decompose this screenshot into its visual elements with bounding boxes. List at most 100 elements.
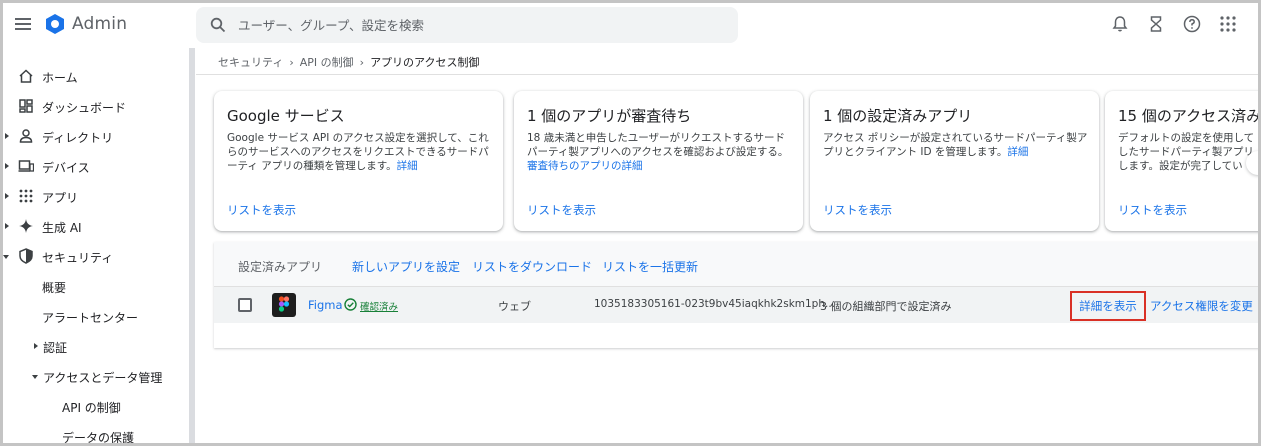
caret-right-icon xyxy=(5,163,9,169)
org-units-status: 3 個の組織部門で設定済み xyxy=(820,300,952,313)
card-learn-more-link[interactable]: 詳細 xyxy=(1007,146,1028,158)
card-title: 1 個の設定済みアプリ xyxy=(823,107,973,125)
breadcrumb-current: アプリのアクセス制御 xyxy=(370,56,480,69)
verified-badge[interactable]: 確認済み xyxy=(360,299,398,313)
panel-title: 設定済みアプリ xyxy=(238,260,323,274)
sidebar-item-access-data-management[interactable]: アクセスとデータ管理 xyxy=(0,365,186,387)
shield-icon xyxy=(19,248,33,264)
sidebar-item-home[interactable]: ホーム xyxy=(0,65,186,87)
app-title[interactable]: Admin xyxy=(72,14,127,34)
bulk-update-list-button[interactable]: リストを一括更新 xyxy=(602,258,698,275)
home-icon xyxy=(19,69,33,83)
menu-icon[interactable] xyxy=(14,15,32,33)
sidebar-item-generative-ai[interactable]: 生成 AI xyxy=(0,215,186,237)
bell-icon[interactable] xyxy=(1111,15,1129,33)
card-title: Google サービス xyxy=(227,107,345,125)
sidebar-item-authentication[interactable]: 認証 xyxy=(0,335,186,357)
hourglass-icon[interactable] xyxy=(1147,15,1165,33)
sidebar-item-alert-center[interactable]: アラートセンター xyxy=(0,305,186,327)
change-access-button[interactable]: アクセス権限を変更 xyxy=(1150,298,1253,314)
row-checkbox[interactable] xyxy=(238,298,252,312)
card-title: 1 個のアプリが審査待ち xyxy=(527,107,692,125)
sidebar-item-label: 概要 xyxy=(42,281,67,295)
card-description-text: デフォルトの設定を使用してしたサードパーティ製アプリします。設定が完了してい xyxy=(1118,132,1255,172)
dashboard-icon xyxy=(19,99,33,113)
caret-right-icon xyxy=(5,223,9,229)
breadcrumb-separator: › xyxy=(359,55,365,69)
card-description: デフォルトの設定を使用してしたサードパーティ製アプリします。設定が完了してい xyxy=(1118,131,1258,173)
apps-grid-icon[interactable] xyxy=(1219,15,1237,33)
sidebar-item-label: 生成 AI xyxy=(42,221,82,235)
sidebar-item-directory[interactable]: ディレクトリ xyxy=(0,125,186,147)
client-id: 1035183305161-023t9bv45iaqkhk2skm1ph... xyxy=(594,298,836,310)
configure-new-app-button[interactable]: 新しいアプリを設定 xyxy=(352,258,460,275)
main-content: セキュリティ › API の制御 › アプリのアクセス制御 Google サービ… xyxy=(196,48,1261,446)
sidebar-item-label: ホーム xyxy=(42,71,78,85)
sidebar-item-devices[interactable]: デバイス xyxy=(0,155,186,177)
sidebar-scrollbar[interactable] xyxy=(189,48,195,446)
help-icon[interactable] xyxy=(1183,15,1201,33)
card-google-services: Google サービス Google サービス API のアクセス設定を選択して… xyxy=(214,91,503,231)
sidebar-item-apps[interactable]: アプリ xyxy=(0,185,186,207)
card-description-text: Google サービス API のアクセス設定を選択して、これらのサービスへのア… xyxy=(227,132,489,172)
sidebar-item-data-protection[interactable]: データの保護 xyxy=(0,425,186,446)
search-icon xyxy=(210,17,226,33)
app-type: ウェブ xyxy=(498,300,531,313)
breadcrumb: セキュリティ › API の制御 › アプリのアクセス制御 xyxy=(218,54,480,70)
card-description: アクセス ポリシーが設定されているサードパーティ製アプリとクライアント ID を… xyxy=(823,131,1089,159)
sidebar-item-label: ダッシュボード xyxy=(42,101,127,115)
top-bar: Admin xyxy=(0,0,1261,48)
view-list-link[interactable]: リストを表示 xyxy=(227,202,296,218)
app-name-link[interactable]: Figma xyxy=(308,298,343,312)
sidebar-item-label: セキュリティ xyxy=(42,251,114,265)
sidebar-item-label: アプリ xyxy=(42,191,79,205)
table-row[interactable]: Figma 確認済み ウェブ 1035183305161-023t9bv45ia… xyxy=(214,287,1261,323)
card-title: 15 個のアクセス済みア xyxy=(1118,107,1261,125)
card-configured-apps: 1 個の設定済みアプリ アクセス ポリシーが設定されているサードパーティ製アプリ… xyxy=(810,91,1099,231)
breadcrumb-item-api-controls[interactable]: API の制御 xyxy=(300,54,354,70)
configured-apps-panel: 設定済みアプリ 新しいアプリを設定 リストをダウンロード リストを一括更新 Fi… xyxy=(214,242,1261,348)
devices-icon xyxy=(18,160,34,172)
download-list-button[interactable]: リストをダウンロード xyxy=(472,258,592,275)
view-list-link[interactable]: リストを表示 xyxy=(1118,202,1187,218)
view-list-link[interactable]: リストを表示 xyxy=(823,202,892,218)
panel-header: 設定済みアプリ 新しいアプリを設定 リストをダウンロード リストを一括更新 xyxy=(214,242,1261,287)
apps-icon xyxy=(19,189,33,203)
divider xyxy=(196,74,1261,75)
sidebar-item-label: ディレクトリ xyxy=(42,131,114,145)
sidebar-item-dashboard[interactable]: ダッシュボード xyxy=(0,95,186,117)
sparkle-icon xyxy=(19,219,33,233)
breadcrumb-item-security[interactable]: セキュリティ xyxy=(218,54,283,70)
sidebar-item-overview[interactable]: 概要 xyxy=(0,275,186,297)
caret-down-icon xyxy=(32,375,38,379)
sidebar-item-api-controls[interactable]: API の制御 xyxy=(0,395,186,417)
person-icon xyxy=(19,129,33,143)
sidebar-item-security[interactable]: セキュリティ xyxy=(0,245,186,267)
figma-logo-shape xyxy=(278,296,290,312)
card-description-text: 18 歳未満と申告したユーザーがリクエストするサードパーティ製アプリへのアクセス… xyxy=(527,132,789,158)
caret-down-icon xyxy=(3,255,9,259)
sidebar-item-label: API の制御 xyxy=(62,401,121,415)
card-learn-more-link[interactable]: 詳細 xyxy=(397,160,418,172)
search-bar[interactable] xyxy=(196,7,738,43)
card-pending-details-link[interactable]: 審査待ちのアプリの詳細 xyxy=(527,160,643,172)
card-description-text: アクセス ポリシーが設定されているサードパーティ製アプリとクライアント ID を… xyxy=(823,132,1088,158)
sidebar-item-label: データの保護 xyxy=(62,431,135,445)
search-input[interactable] xyxy=(238,13,718,37)
admin-logo-icon[interactable] xyxy=(44,13,66,35)
card-description: Google サービス API のアクセス設定を選択して、これらのサービスへのア… xyxy=(227,131,493,173)
figma-logo-icon xyxy=(272,293,296,317)
sidebar-item-label: 認証 xyxy=(43,341,68,355)
card-description: 18 歳未満と申告したユーザーがリクエストするサードパーティ製アプリへのアクセス… xyxy=(527,131,793,173)
sidebar-item-label: アクセスとデータ管理 xyxy=(43,371,163,385)
caret-right-icon xyxy=(34,343,38,349)
view-list-link[interactable]: リストを表示 xyxy=(527,202,596,218)
verified-check-icon xyxy=(344,298,357,311)
breadcrumb-separator: › xyxy=(289,55,294,69)
sidebar-item-label: デバイス xyxy=(42,161,90,175)
card-accessed-apps: 15 個のアクセス済みア デフォルトの設定を使用してしたサードパーティ製アプリし… xyxy=(1105,91,1261,231)
view-details-button[interactable]: 詳細を表示 xyxy=(1070,291,1146,321)
sidebar: ホーム ダッシュボード ディレクトリ デバイス アプリ 生成 AI セキュリティ… xyxy=(0,48,196,446)
caret-right-icon xyxy=(5,193,9,199)
sidebar-item-label: アラートセンター xyxy=(42,311,139,325)
